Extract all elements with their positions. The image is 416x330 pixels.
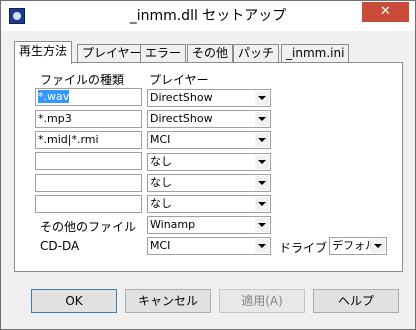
- cdda-label: CD-DA: [40, 239, 80, 253]
- chevron-down-icon[interactable]: [255, 239, 269, 253]
- file-type-value-1: *.wav: [38, 90, 70, 103]
- chevron-down-icon[interactable]: [255, 91, 269, 105]
- cdda-player-select[interactable]: MCI: [147, 237, 271, 255]
- tab-error[interactable]: エラー: [140, 44, 187, 63]
- file-type-field-1[interactable]: *.wav: [35, 88, 142, 106]
- help-button[interactable]: ヘルプ: [313, 289, 399, 313]
- tab-patch[interactable]: パッチ: [233, 44, 280, 63]
- tab-player[interactable]: プレイヤー: [77, 44, 147, 63]
- player-select-6[interactable]: なし: [147, 195, 271, 213]
- file-type-field-4[interactable]: [35, 152, 142, 170]
- chevron-down-icon[interactable]: [255, 112, 269, 126]
- apply-button[interactable]: 適用(A): [219, 289, 305, 313]
- player-select-4[interactable]: なし: [147, 153, 271, 171]
- player-select-1[interactable]: DirectShow: [147, 89, 271, 107]
- tab-playback-method[interactable]: 再生方法: [14, 41, 73, 64]
- file-type-field-2[interactable]: *.mp3: [35, 110, 142, 128]
- player-select-5-value: なし: [150, 176, 172, 189]
- title-bar[interactable]: _inmm.dll セットアップ ✕: [1, 1, 415, 31]
- playback-method-panel: ファイルの種類 プレイヤー *.wav DirectShow *.mp3 Dir…: [14, 62, 403, 272]
- file-type-header: ファイルの種類: [40, 73, 125, 87]
- chevron-down-icon[interactable]: [255, 133, 269, 147]
- tab-inmm-ini[interactable]: _inmm.ini: [281, 44, 350, 63]
- file-type-value-3: *.mid|*.rmi: [38, 133, 99, 146]
- drive-select[interactable]: デフォルト: [329, 237, 387, 255]
- other-files-label: その他のファイル: [40, 220, 137, 234]
- chevron-down-icon[interactable]: [255, 176, 269, 190]
- player-select-6-value: なし: [150, 197, 172, 210]
- file-type-field-5[interactable]: [35, 174, 142, 192]
- chevron-down-icon[interactable]: [255, 155, 269, 169]
- file-type-field-3[interactable]: *.mid|*.rmi: [35, 131, 142, 149]
- player-select-3[interactable]: MCI: [147, 131, 271, 149]
- tab-other[interactable]: その他: [187, 44, 234, 63]
- player-select-3-value: MCI: [150, 133, 171, 146]
- other-files-player-select[interactable]: Winamp: [147, 216, 271, 234]
- setup-dialog: _inmm.dll セットアップ ✕ 再生方法 プレイヤー エラー その他 パッ…: [0, 0, 416, 330]
- cancel-button[interactable]: キャンセル: [125, 289, 211, 313]
- player-header: プレイヤー: [149, 73, 209, 87]
- player-select-2[interactable]: DirectShow: [147, 110, 271, 128]
- window-title: _inmm.dll セットアップ: [129, 8, 287, 24]
- chevron-down-icon[interactable]: [371, 239, 385, 253]
- file-type-field-6[interactable]: [35, 195, 142, 213]
- ok-button[interactable]: OK: [31, 289, 117, 313]
- file-type-value-2: *.mp3: [38, 112, 72, 125]
- chevron-down-icon[interactable]: [255, 218, 269, 232]
- player-select-5[interactable]: なし: [147, 174, 271, 192]
- player-select-2-value: DirectShow: [150, 112, 213, 125]
- chevron-down-icon[interactable]: [255, 197, 269, 211]
- other-files-player-value: Winamp: [150, 218, 196, 231]
- player-select-4-value: なし: [150, 155, 172, 168]
- cdda-player-value: MCI: [150, 239, 171, 252]
- close-button[interactable]: ✕: [362, 2, 409, 22]
- drive-label: ドライブ: [279, 241, 328, 255]
- player-select-1-value: DirectShow: [150, 91, 213, 104]
